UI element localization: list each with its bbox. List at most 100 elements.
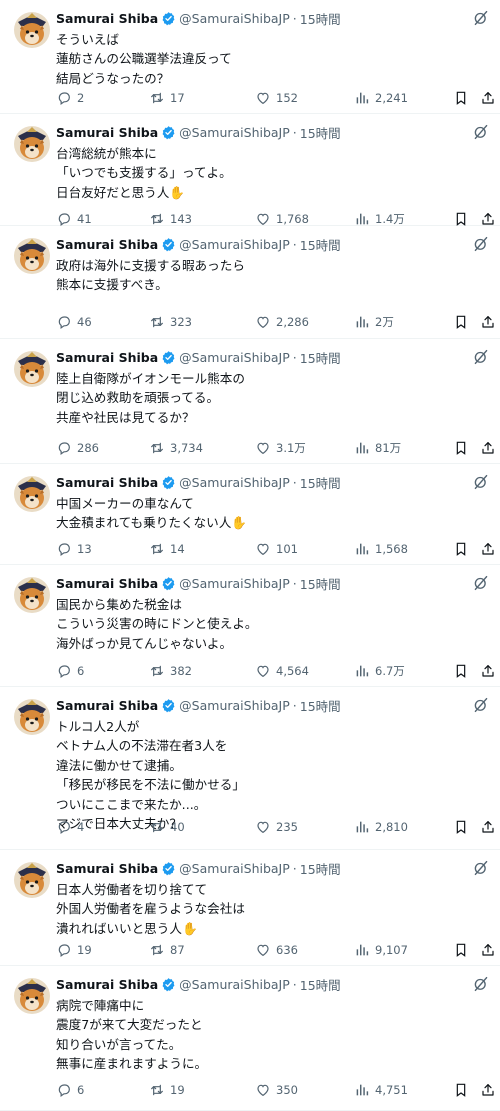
bookmark-button[interactable] [453,661,469,681]
like-button[interactable]: 350 [255,1080,298,1100]
tweet-timestamp[interactable]: 15時間 [300,235,341,254]
tweet-4[interactable]: Samurai Shiba @SamuraiShibaJP · 15時間 陸上自衛隊がイ… [0,339,500,464]
tweet-8[interactable]: Samurai Shiba @SamuraiShibaJP · 15時間 日本人労働者を… [0,850,500,966]
tweet-timestamp[interactable]: 15時間 [300,574,341,593]
share-button[interactable] [480,438,496,458]
reply-button[interactable]: 6 [56,661,84,681]
like-button[interactable]: 636 [255,940,298,960]
avatar[interactable] [14,978,50,1014]
bookmark-button[interactable] [453,817,469,837]
tweet-1[interactable]: Samurai Shiba @SamuraiShibaJP · 15時間 そういえば 蓮舫… [0,0,500,114]
grok-icon[interactable] [472,859,490,877]
avatar[interactable] [14,12,50,48]
avatar[interactable] [14,238,50,274]
avatar[interactable] [14,699,50,735]
avatar[interactable] [14,577,50,613]
avatar[interactable] [14,862,50,898]
retweet-button[interactable]: 87 [149,940,185,960]
avatar[interactable] [14,351,50,387]
author-handle[interactable]: @SamuraiShibaJP [179,977,290,992]
author-handle[interactable]: @SamuraiShibaJP [179,125,290,140]
share-button[interactable] [480,1080,496,1100]
tweet-timestamp[interactable]: 15時間 [300,9,341,28]
tweet-timestamp[interactable]: 15時間 [300,696,341,715]
reply-button[interactable]: 19 [56,940,92,960]
views-button[interactable]: 2,241 [354,88,408,108]
author-handle[interactable]: @SamuraiShibaJP [179,861,290,876]
retweet-button[interactable]: 19 [149,1080,185,1100]
like-button[interactable]: 235 [255,817,298,837]
grok-icon[interactable] [472,975,490,993]
author-name[interactable]: Samurai Shiba [56,977,158,992]
author-handle[interactable]: @SamuraiShibaJP [179,576,290,591]
tweet-9[interactable]: Samurai Shiba @SamuraiShibaJP · 15時間 病院で陣痛中に… [0,966,500,1111]
tweet-2[interactable]: Samurai Shiba @SamuraiShibaJP · 15時間 台湾総統が熊本… [0,114,500,226]
like-button[interactable]: 2,286 [255,312,309,332]
bookmark-button[interactable] [453,88,469,108]
reply-button[interactable]: 4 [56,817,84,837]
tweet-timestamp[interactable]: 15時間 [300,473,341,492]
bookmark-button[interactable] [453,438,469,458]
share-button[interactable] [480,88,496,108]
reply-button[interactable]: 286 [56,438,99,458]
author-handle[interactable]: @SamuraiShibaJP [179,475,290,490]
grok-icon[interactable] [472,473,490,491]
views-button[interactable]: 9,107 [354,940,408,960]
grok-icon[interactable] [472,9,490,27]
tweet-timestamp[interactable]: 15時間 [300,348,341,367]
like-button[interactable]: 101 [255,539,298,559]
author-handle[interactable]: @SamuraiShibaJP [179,698,290,713]
author-handle[interactable]: @SamuraiShibaJP [179,11,290,26]
share-button[interactable] [480,940,496,960]
views-button[interactable]: 1,568 [354,539,408,559]
grok-icon[interactable] [472,574,490,592]
bookmark-button[interactable] [453,1080,469,1100]
tweet-5[interactable]: Samurai Shiba @SamuraiShibaJP · 15時間 中国メーカーの… [0,464,500,565]
reply-button[interactable]: 13 [56,539,92,559]
views-button[interactable]: 81万 [354,438,401,458]
bookmark-button[interactable] [453,312,469,332]
reply-button[interactable]: 46 [56,312,92,332]
avatar[interactable] [14,476,50,512]
tweet-7[interactable]: Samurai Shiba @SamuraiShibaJP · 15時間 トルコ人2人が… [0,687,500,850]
bookmark-button[interactable] [453,539,469,559]
author-handle[interactable]: @SamuraiShibaJP [179,237,290,252]
author-name[interactable]: Samurai Shiba [56,576,158,591]
retweet-button[interactable]: 40 [149,817,185,837]
avatar[interactable] [14,126,50,162]
bookmark-button[interactable] [453,940,469,960]
views-button[interactable]: 4,751 [354,1080,408,1100]
like-button[interactable]: 152 [255,88,298,108]
author-name[interactable]: Samurai Shiba [56,125,158,140]
grok-icon[interactable] [472,696,490,714]
retweet-button[interactable]: 323 [149,312,192,332]
grok-icon[interactable] [472,235,490,253]
like-button[interactable]: 3.1万 [255,438,306,458]
views-button[interactable]: 2,810 [354,817,408,837]
retweet-button[interactable]: 17 [149,88,185,108]
tweet-6[interactable]: Samurai Shiba @SamuraiShibaJP · 15時間 国民から集めた… [0,565,500,687]
views-button[interactable]: 2万 [354,312,394,332]
tweet-timestamp[interactable]: 15時間 [300,859,341,878]
share-button[interactable] [480,661,496,681]
views-button[interactable]: 6.7万 [354,661,405,681]
retweet-button[interactable]: 3,734 [149,438,203,458]
tweet-timestamp[interactable]: 15時間 [300,975,341,994]
tweet-timestamp[interactable]: 15時間 [300,123,341,142]
retweet-button[interactable]: 14 [149,539,185,559]
author-name[interactable]: Samurai Shiba [56,11,158,26]
share-button[interactable] [480,312,496,332]
reply-button[interactable]: 6 [56,1080,84,1100]
author-name[interactable]: Samurai Shiba [56,861,158,876]
author-handle[interactable]: @SamuraiShibaJP [179,350,290,365]
author-name[interactable]: Samurai Shiba [56,698,158,713]
grok-icon[interactable] [472,123,490,141]
reply-button[interactable]: 2 [56,88,84,108]
retweet-button[interactable]: 382 [149,661,192,681]
author-name[interactable]: Samurai Shiba [56,237,158,252]
tweet-3[interactable]: Samurai Shiba @SamuraiShibaJP · 15時間 政府は海外に支… [0,226,500,339]
grok-icon[interactable] [472,348,490,366]
share-button[interactable] [480,817,496,837]
author-name[interactable]: Samurai Shiba [56,350,158,365]
like-button[interactable]: 4,564 [255,661,309,681]
